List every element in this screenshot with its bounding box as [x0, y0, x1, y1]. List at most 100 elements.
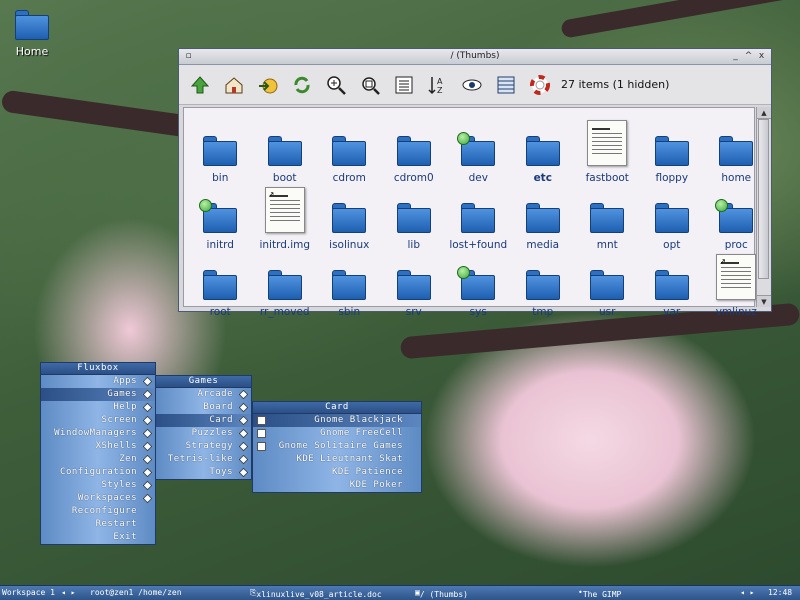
window-title: / (Thumbs) [450, 51, 500, 61]
window-titlebar[interactable]: ▫ / (Thumbs) _ ^ x [179, 49, 771, 65]
file-item[interactable]: srv [382, 254, 447, 321]
file-item-label: opt [663, 239, 681, 251]
file-item[interactable]: bin [188, 120, 253, 187]
submenu-arrow-icon [142, 389, 153, 400]
file-item[interactable]: var [640, 254, 705, 321]
details-view-icon[interactable] [491, 70, 521, 100]
file-item[interactable]: mnt [575, 187, 640, 254]
zoom-fit-icon[interactable] [355, 70, 385, 100]
list-view-icon[interactable] [389, 70, 419, 100]
wallpaper-branch [560, 0, 800, 39]
file-item[interactable]: cdrom0 [382, 120, 447, 187]
file-item[interactable]: root [188, 254, 253, 321]
file-item-label: cdrom [332, 172, 366, 184]
menu-item-arcade[interactable]: Arcade [156, 388, 251, 401]
mounted-folder-icon [457, 132, 496, 166]
task-terminal[interactable]: root@zen1 /home/zen [90, 588, 182, 597]
file-item[interactable]: isolinux [317, 187, 382, 254]
scroll-up-icon[interactable]: ▲ [757, 107, 771, 119]
menu-item-puzzles[interactable]: Puzzles [156, 427, 251, 440]
file-item[interactable]: cdrom [317, 120, 382, 187]
menu-item-kde-poker[interactable]: KDE Poker [253, 479, 421, 492]
menu-item-games[interactable]: Games [41, 388, 155, 401]
menu-item-label: KDE Patience [331, 467, 403, 477]
submenu-arrow-icon [142, 428, 153, 439]
menu-item-zen[interactable]: Zen [41, 453, 155, 466]
file-item[interactable]: opt [640, 187, 705, 254]
menu-item-help[interactable]: Help [41, 401, 155, 414]
menu-item-windowmanagers[interactable]: WindowManagers [41, 427, 155, 440]
close-button[interactable]: x [756, 51, 767, 62]
file-item[interactable]: media [511, 187, 576, 254]
home-icon[interactable] [219, 70, 249, 100]
minimize-button[interactable]: _ [730, 51, 741, 62]
file-manager-window[interactable]: ▫ / (Thumbs) _ ^ x AZ 27 items (1 hidden… [178, 48, 772, 318]
zoom-in-icon[interactable] [321, 70, 351, 100]
menu-item-label: XShells [95, 441, 137, 451]
menu-item-xshells[interactable]: XShells [41, 440, 155, 453]
sort-icon[interactable]: AZ [423, 70, 453, 100]
maximize-button[interactable]: ^ [743, 51, 754, 62]
scroll-down-icon[interactable]: ▼ [757, 295, 771, 307]
help-icon[interactable] [525, 70, 555, 100]
file-item[interactable]: lost+found [446, 187, 511, 254]
menu-item-tetris-like[interactable]: Tetris-like [156, 453, 251, 466]
menu-item-styles[interactable]: Styles [41, 479, 155, 492]
file-item[interactable]: floppy [640, 120, 705, 187]
task-document[interactable]: ⎘ xlinuxlive_v08_article.doc [250, 588, 382, 599]
workspace-arrows[interactable]: ◂ ▸ [61, 588, 75, 597]
go-icon[interactable] [253, 70, 283, 100]
menu-item-toys[interactable]: Toys [156, 466, 251, 479]
menu-item-configuration[interactable]: Configuration [41, 466, 155, 479]
menu-item-label: KDE Poker [349, 480, 403, 490]
task-arrows[interactable]: ◂ ▸ [740, 588, 754, 597]
file-item[interactable]: sbin [317, 254, 382, 321]
file-item[interactable]: boot [253, 120, 318, 187]
folder-icon [396, 270, 431, 300]
desktop-icon-home[interactable]: Home [12, 10, 52, 58]
menu-item-gnome-freecell[interactable]: Gnome FreeCell [253, 427, 421, 440]
menu-item-board[interactable]: Board [156, 401, 251, 414]
file-item[interactable]: initrd [188, 187, 253, 254]
window-menu-icon[interactable]: ▫ [183, 51, 194, 62]
up-arrow-icon[interactable] [185, 70, 215, 100]
menu-item-strategy[interactable]: Strategy [156, 440, 251, 453]
menu-item-restart[interactable]: Restart [41, 518, 155, 531]
file-item[interactable]: usr [575, 254, 640, 321]
refresh-icon[interactable] [287, 70, 317, 100]
menu-item-reconfigure[interactable]: Reconfigure [41, 505, 155, 518]
menu-item-card[interactable]: Card [156, 414, 251, 427]
svg-text:A: A [437, 77, 443, 86]
menu-item-gnome-solitaire-games[interactable]: Gnome Solitaire Games [253, 440, 421, 453]
file-item[interactable]: dev [446, 120, 511, 187]
file-item[interactable]: rr_moved [253, 254, 318, 321]
menu-item-exit[interactable]: Exit [41, 531, 155, 544]
menu-item-label: KDE Lieutnant Skat [296, 454, 403, 464]
file-item-label: vmlinuz [715, 306, 757, 318]
folder-icon [203, 270, 238, 300]
workspace-name[interactable]: Workspace 1 [2, 588, 55, 597]
file-item[interactable]: etc [511, 120, 576, 187]
menu-item-apps[interactable]: Apps [41, 375, 155, 388]
file-item-label: initrd [206, 239, 234, 251]
menu-item-kde-lieutnant-skat[interactable]: KDE Lieutnant Skat [253, 453, 421, 466]
file-item[interactable]: sys [446, 254, 511, 321]
menu-item-screen[interactable]: Screen [41, 414, 155, 427]
menu-item-kde-patience[interactable]: KDE Patience [253, 466, 421, 479]
folder-icon [654, 270, 689, 300]
file-item[interactable]: ↗ initrd.img [253, 187, 318, 254]
vertical-scrollbar[interactable]: ▲ ▼ [756, 107, 771, 307]
scrollbar-thumb[interactable] [758, 119, 769, 279]
menu-item-gnome-blackjack[interactable]: Gnome Blackjack [253, 414, 421, 427]
submenu-arrow-icon [142, 467, 153, 478]
menu-item-workspaces[interactable]: Workspaces [41, 492, 155, 505]
file-item[interactable]: tmp [511, 254, 576, 321]
menu-item-label: Gnome FreeCell [320, 428, 403, 438]
file-item[interactable]: fastboot [575, 120, 640, 187]
file-item[interactable]: lib [382, 187, 447, 254]
show-hidden-icon[interactable] [457, 70, 487, 100]
file-view[interactable]: bin boot cdrom cdrom0 dev etc fastboot floppy ho… [183, 107, 757, 318]
file-item-label: root [209, 306, 231, 318]
task-thumbs[interactable]: ▣ / (Thumbs) [415, 588, 468, 599]
task-gimp[interactable]: • The GIMP [578, 588, 621, 599]
